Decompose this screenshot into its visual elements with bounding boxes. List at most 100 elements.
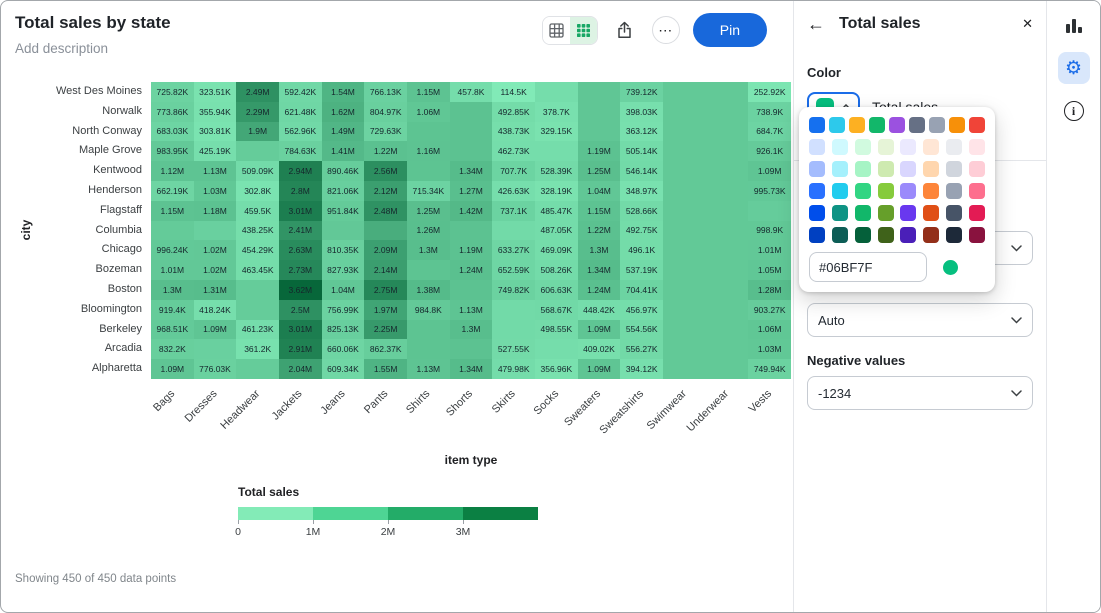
heatmap-cell[interactable]: 528.66K	[620, 201, 663, 221]
heatmap-cell[interactable]: 1.24M	[450, 260, 493, 280]
heatmap-cell[interactable]: 448.42K	[578, 300, 621, 320]
heatmap-cell[interactable]	[578, 102, 621, 122]
heatmap-cell[interactable]	[706, 161, 749, 181]
palette-swatch[interactable]	[855, 205, 871, 221]
heatmap-cell[interactable]: 633.27K	[492, 240, 535, 260]
heatmap-cell[interactable]: 862.37K	[364, 339, 407, 359]
heatmap-cell[interactable]: 1.62M	[322, 102, 365, 122]
heatmap-cell[interactable]: 426.63K	[492, 181, 535, 201]
heatmap-cell[interactable]: 592.42K	[279, 82, 322, 102]
palette-swatch[interactable]	[878, 205, 894, 221]
heatmap-cell[interactable]	[663, 122, 706, 142]
palette-swatch[interactable]	[969, 205, 985, 221]
heatmap-cell[interactable]: 1.22M	[578, 221, 621, 241]
heatmap-cell[interactable]: 527.55K	[492, 339, 535, 359]
heatmap-cell[interactable]	[578, 82, 621, 102]
heatmap-cell[interactable]	[706, 141, 749, 161]
heatmap-cell[interactable]	[706, 82, 749, 102]
heatmap-cell[interactable]: 2.09M	[364, 240, 407, 260]
heatmap-cell[interactable]	[706, 260, 749, 280]
palette-swatch[interactable]	[969, 227, 985, 243]
heatmap-cell[interactable]: 1.31M	[194, 280, 237, 300]
heatmap-cell[interactable]: 508.26K	[535, 260, 578, 280]
heatmap-cell[interactable]	[706, 280, 749, 300]
heatmap-cell[interactable]	[706, 240, 749, 260]
heatmap-cell[interactable]: 1.42M	[450, 201, 493, 221]
palette-swatch[interactable]	[855, 227, 871, 243]
heatmap-cell[interactable]: 810.35K	[322, 240, 365, 260]
heatmap-cell[interactable]: 556.27K	[620, 339, 663, 359]
palette-swatch[interactable]	[809, 227, 825, 243]
heatmap-cell[interactable]: 1.41M	[322, 141, 365, 161]
heatmap-cell[interactable]: 363.12K	[620, 122, 663, 142]
palette-swatch[interactable]	[949, 117, 965, 133]
heatmap-cell[interactable]: 684.7K	[748, 122, 791, 142]
palette-swatch[interactable]	[878, 139, 894, 155]
heatmap-cell[interactable]: 1.09M	[748, 161, 791, 181]
palette-swatch[interactable]	[900, 161, 916, 177]
palette-swatch[interactable]	[809, 139, 825, 155]
heatmap-cell[interactable]: 1.09M	[151, 359, 194, 379]
heatmap-cell[interactable]: 1.09M	[578, 359, 621, 379]
heatmap-cell[interactable]: 1.34M	[450, 161, 493, 181]
palette-swatch[interactable]	[946, 205, 962, 221]
heatmap-cell[interactable]: 459.5K	[236, 201, 279, 221]
heatmap-view-button[interactable]	[570, 17, 597, 44]
heatmap-cell[interactable]	[706, 300, 749, 320]
heatmap-cell[interactable]	[450, 221, 493, 241]
heatmap-cell[interactable]: 328.19K	[535, 181, 578, 201]
heatmap-cell[interactable]: 492.85K	[492, 102, 535, 122]
heatmap-cell[interactable]	[236, 300, 279, 320]
heatmap-cell[interactable]: 1.04M	[578, 181, 621, 201]
heatmap-cell[interactable]: 995.73K	[748, 181, 791, 201]
heatmap-cell[interactable]: 1.15M	[578, 201, 621, 221]
heatmap-cell[interactable]: 438.25K	[236, 221, 279, 241]
heatmap-cell[interactable]: 1.18M	[194, 201, 237, 221]
heatmap-cell[interactable]: 1.09M	[194, 320, 237, 340]
heatmap-cell[interactable]: 832.2K	[151, 339, 194, 359]
heatmap-cell[interactable]	[194, 221, 237, 241]
palette-swatch[interactable]	[900, 227, 916, 243]
heatmap-cell[interactable]	[450, 339, 493, 359]
heatmap-cell[interactable]: 827.93K	[322, 260, 365, 280]
heatmap-cell[interactable]: 821.06K	[322, 181, 365, 201]
heatmap-cell[interactable]: 739.12K	[620, 82, 663, 102]
heatmap-cell[interactable]: 983.95K	[151, 141, 194, 161]
heatmap-cell[interactable]: 1.06M	[407, 102, 450, 122]
heatmap-cell[interactable]: 2.94M	[279, 161, 322, 181]
hex-color-input[interactable]	[809, 252, 927, 282]
heatmap-cell[interactable]: 2.63M	[279, 240, 322, 260]
heatmap-cell[interactable]: 329.15K	[535, 122, 578, 142]
table-view-button[interactable]	[543, 17, 570, 44]
heatmap-cell[interactable]: 1.9M	[236, 122, 279, 142]
heatmap-cell[interactable]: 2.29M	[236, 102, 279, 122]
heatmap-cell[interactable]: 1.26M	[407, 221, 450, 241]
palette-swatch[interactable]	[809, 205, 825, 221]
heatmap-cell[interactable]	[663, 82, 706, 102]
heatmap-cell[interactable]: 1.02M	[194, 240, 237, 260]
heatmap-cell[interactable]: 715.34K	[407, 181, 450, 201]
palette-swatch[interactable]	[878, 227, 894, 243]
info-button[interactable]: i	[1064, 101, 1084, 121]
heatmap-cell[interactable]: 3.62M	[279, 280, 322, 300]
heatmap-cell[interactable]	[236, 280, 279, 300]
heatmap-cell[interactable]	[236, 359, 279, 379]
heatmap-cell[interactable]: 302.8K	[236, 181, 279, 201]
heatmap-cell[interactable]: 425.19K	[194, 141, 237, 161]
heatmap-cell[interactable]: 926.1K	[748, 141, 791, 161]
heatmap-cell[interactable]	[663, 161, 706, 181]
heatmap-cell[interactable]: 749.82K	[492, 280, 535, 300]
heatmap-cell[interactable]: 756.99K	[322, 300, 365, 320]
heatmap-cell[interactable]: 438.73K	[492, 122, 535, 142]
heatmap-cell[interactable]: 356.96K	[535, 359, 578, 379]
heatmap-cell[interactable]: 890.46K	[322, 161, 365, 181]
palette-swatch[interactable]	[969, 183, 985, 199]
heatmap-cell[interactable]: 1.12M	[151, 161, 194, 181]
palette-swatch[interactable]	[929, 117, 945, 133]
heatmap-cell[interactable]: 1.02M	[194, 260, 237, 280]
heatmap-cell[interactable]	[492, 320, 535, 340]
heatmap-cell[interactable]	[407, 161, 450, 181]
heatmap-cell[interactable]: 729.63K	[364, 122, 407, 142]
heatmap-cell[interactable]: 2.56M	[364, 161, 407, 181]
heatmap-cell[interactable]: 2.91M	[279, 339, 322, 359]
